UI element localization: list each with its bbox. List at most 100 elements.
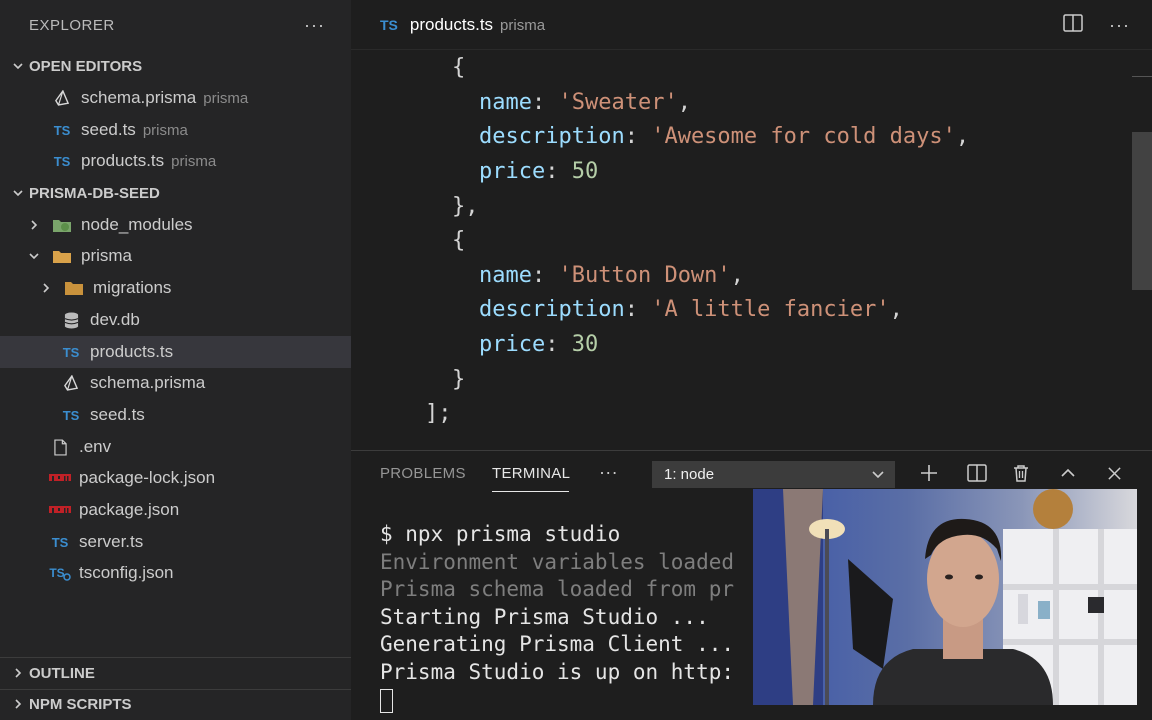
tree-item-label: migrations (93, 278, 172, 297)
chevron-down-icon (24, 250, 44, 262)
explorer-header: EXPLORER ··· (0, 0, 351, 50)
tree-item-server-ts[interactable]: TS server.ts (0, 526, 351, 558)
tree-item-package-json[interactable]: package.json (0, 494, 351, 526)
editor-area: TS products.ts prisma ··· { name: 'Sweat… (351, 0, 1152, 450)
tree-item-label: server.ts (79, 532, 144, 551)
tree-item-schema-prisma[interactable]: schema.prisma (0, 367, 351, 399)
outline-section[interactable]: OUTLINE (0, 658, 351, 688)
folder-open-icon (51, 246, 73, 266)
editor-scrollbar[interactable] (1132, 132, 1152, 290)
prisma-icon (51, 88, 73, 108)
chevron-right-icon (8, 698, 28, 710)
more-actions-icon[interactable]: ··· (1109, 15, 1130, 36)
panel-more-icon[interactable]: ··· (599, 462, 618, 483)
explorer-title: EXPLORER (29, 16, 115, 34)
open-editor-folder: prisma (203, 89, 249, 107)
editor-actions: ··· (1063, 14, 1130, 37)
open-editor-name: schema.prisma (81, 88, 197, 107)
terminal-line: Starting Prisma Studio ... (380, 604, 709, 629)
chevron-down-icon (8, 187, 28, 199)
chevron-down-icon (8, 60, 28, 72)
terminal-output[interactable]: $ npx prisma studio Environment variable… (380, 521, 734, 714)
prisma-icon (60, 373, 82, 393)
split-terminal-icon[interactable] (966, 462, 988, 484)
tree-item-label: package-lock.json (79, 468, 216, 487)
tab-folder: prisma (500, 16, 546, 34)
code-line: ]; (425, 401, 452, 426)
npm-scripts-section[interactable]: NPM SCRIPTS (0, 689, 351, 719)
active-tab-indicator (492, 491, 569, 492)
chevron-right-icon (8, 667, 28, 679)
tree-item-prisma-folder[interactable]: prisma (0, 240, 351, 272)
split-editor-icon[interactable] (1063, 14, 1083, 37)
npm-scripts-label: NPM SCRIPTS (29, 695, 132, 713)
terminal-line: Prisma Studio is up on http: (380, 659, 735, 684)
terminal-line: Generating Prisma Client ... (380, 632, 735, 657)
tree-item-env[interactable]: .env (0, 431, 351, 463)
explorer-more-icon[interactable]: ··· (304, 15, 325, 36)
open-editor-item-products[interactable]: TS products.ts prisma (0, 145, 351, 177)
database-icon (60, 310, 82, 330)
open-editor-item-seed[interactable]: TS seed.ts prisma (0, 114, 351, 146)
webcam-image (753, 489, 1137, 705)
tree-item-label: products.ts (90, 342, 174, 361)
project-label: PRISMA-DB-SEED (29, 184, 160, 202)
tree-item-label: seed.ts (90, 405, 145, 424)
tree-item-products-ts[interactable]: TS products.ts (0, 336, 351, 368)
tree-item-label: schema.prisma (90, 373, 206, 392)
open-editor-name: products.ts (81, 151, 165, 170)
webcam-overlay (753, 489, 1137, 705)
tab-terminal[interactable]: TERMINAL (492, 465, 570, 482)
file-icon (49, 437, 71, 457)
open-editor-folder: prisma (171, 152, 217, 170)
terminal-select[interactable]: 1: node (652, 461, 895, 488)
node-folder-icon (51, 215, 73, 235)
npm-icon (49, 468, 71, 488)
editor-tab-products[interactable]: TS products.ts prisma (351, 0, 574, 50)
typescript-icon: TS (62, 407, 80, 423)
tab-filename: products.ts (409, 15, 494, 34)
chevron-right-icon (36, 282, 56, 294)
tree-item-dev-db[interactable]: dev.db (0, 304, 351, 336)
open-editor-name: seed.ts (81, 120, 136, 139)
terminal-line: Prisma schema loaded from pr (380, 577, 735, 602)
code-line: } (452, 367, 466, 392)
close-panel-icon[interactable] (1103, 462, 1125, 484)
code-editor[interactable]: { name: 'Sweater', description: 'Awesome… (351, 50, 1152, 450)
tree-item-seed-ts[interactable]: TS seed.ts (0, 399, 351, 431)
maximize-panel-icon[interactable] (1057, 462, 1079, 484)
tree-item-label: dev.db (90, 310, 140, 329)
tsconfig-icon: TS (49, 563, 71, 583)
editor-tabbar: TS products.ts prisma ··· (351, 0, 1152, 50)
code-line: { (452, 55, 466, 80)
terminal-prompt (380, 687, 734, 715)
trash-icon[interactable] (1010, 462, 1032, 484)
tab-problems[interactable]: PROBLEMS (380, 465, 466, 482)
tree-item-migrations[interactable]: migrations (0, 272, 351, 304)
typescript-icon: TS (62, 344, 80, 360)
tree-item-node-modules[interactable]: node_modules (0, 209, 351, 241)
overview-ruler (1132, 76, 1152, 77)
open-editors-section[interactable]: OPEN EDITORS (0, 51, 351, 81)
explorer-sidebar: EXPLORER ··· OPEN EDITORS schema.prisma … (0, 0, 351, 720)
tree-item-label: tsconfig.json (79, 563, 174, 582)
folder-icon (63, 278, 85, 298)
tree-item-tsconfig[interactable]: TS tsconfig.json (0, 557, 351, 589)
open-editor-folder: prisma (142, 121, 188, 139)
new-terminal-icon[interactable] (918, 462, 940, 484)
terminal-line: Environment variables loaded (380, 549, 735, 574)
typescript-icon: TS (53, 153, 71, 169)
tree-item-label: node_modules (81, 215, 193, 234)
tree-item-package-lock[interactable]: package-lock.json (0, 462, 351, 494)
open-editors-label: OPEN EDITORS (29, 57, 143, 75)
code-line: price: 30 (479, 332, 599, 357)
open-editor-item-schema[interactable]: schema.prisma prisma (0, 82, 351, 114)
chevron-right-icon (24, 219, 44, 231)
code-line: name: 'Button Down', (479, 263, 744, 288)
chevron-down-icon (871, 468, 885, 485)
project-section[interactable]: PRISMA-DB-SEED (0, 178, 351, 208)
code-line: name: 'Sweater', (479, 90, 691, 115)
typescript-icon: TS (380, 17, 398, 33)
code-line: { (452, 228, 466, 253)
terminal-select-value: 1: node (664, 466, 715, 483)
